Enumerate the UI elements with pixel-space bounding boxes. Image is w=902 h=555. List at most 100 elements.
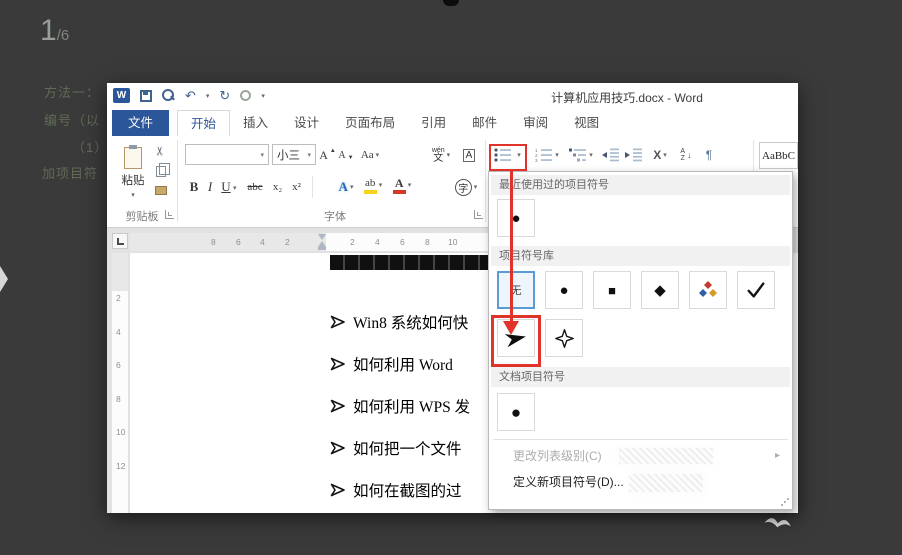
undo-dropdown-icon[interactable]: ▾ <box>206 92 210 100</box>
copy-icon[interactable] <box>156 166 166 177</box>
chevron-down-icon: ▾ <box>447 151 451 159</box>
bullet-four-point-star[interactable] <box>545 319 583 357</box>
document-bullets-header: 文档项目符号 <box>491 367 790 387</box>
save-icon[interactable] <box>140 90 152 102</box>
redo-icon[interactable]: ↻ <box>219 89 230 102</box>
bullet-library-header: 项目符号库 <box>491 246 790 266</box>
selected-text-line[interactable] <box>330 255 492 270</box>
strikethrough-button[interactable]: abc <box>243 176 267 198</box>
tab-file[interactable]: 文件 <box>112 110 169 136</box>
character-border-button[interactable]: A <box>459 144 479 166</box>
bullet-line[interactable]: Win8 系统如何快 <box>330 312 468 332</box>
asian-layout-button[interactable]: X▾ <box>648 144 672 166</box>
touch-mode-icon[interactable] <box>240 90 251 101</box>
document-bullet-dot[interactable]: ● <box>497 393 535 431</box>
numbering-button[interactable]: 123 ▾ <box>533 144 561 166</box>
grow-font-button[interactable]: A▲ <box>319 144 336 166</box>
show-marks-button[interactable]: ¶ <box>701 144 717 166</box>
enclose-characters-button[interactable]: 字▾ <box>453 176 479 198</box>
vertical-ruler[interactable]: 2 4 6 8 10 12 <box>112 253 128 513</box>
small-separator <box>312 176 313 198</box>
subscript-button[interactable]: x₂ <box>269 176 286 198</box>
dove-decoration <box>761 512 795 532</box>
bullet-checkmark[interactable] <box>737 271 775 309</box>
tab-selector[interactable] <box>112 233 128 249</box>
sort-button[interactable]: AZ ↓ <box>675 144 697 166</box>
tab-view[interactable]: 视图 <box>561 110 612 136</box>
chevron-down-icon: ▾ <box>555 151 559 159</box>
chevron-down-icon: ▾ <box>663 151 667 159</box>
bullet-line[interactable]: 如何利用 WPS 发 <box>330 396 470 416</box>
qat-customize-icon[interactable]: ▾ <box>261 92 265 100</box>
chevron-down-icon: ▾ <box>379 181 383 189</box>
background-note-line: 方法一： <box>44 82 100 101</box>
paste-dropdown-icon[interactable]: ▾ <box>131 191 135 199</box>
bullet-dot[interactable]: ● <box>545 271 583 309</box>
cut-icon[interactable]: ✂ <box>153 146 167 156</box>
tab-mailings[interactable]: 邮件 <box>459 110 510 136</box>
font-dialog-launcher-icon[interactable] <box>474 210 483 219</box>
bullet-diamond[interactable]: ◆ <box>641 271 679 309</box>
font-size-combo[interactable]: 小三▾ <box>272 144 316 165</box>
ruler-number: 10 <box>116 427 125 437</box>
clipboard-dialog-launcher-icon[interactable] <box>165 210 174 219</box>
bullet-line[interactable]: 如何利用 Word <box>330 354 453 374</box>
down-arrow-icon: ▼ <box>348 155 354 161</box>
increase-indent-button[interactable] <box>624 144 644 166</box>
chevron-down-icon: ▾ <box>307 151 311 159</box>
bullet-line[interactable]: 如何把一个文件 <box>330 438 462 458</box>
ruler-number: 12 <box>116 461 125 471</box>
down-arrow-icon: ↓ <box>687 150 692 160</box>
style-gallery-item[interactable]: AaBbC <box>759 142 798 169</box>
bullet-square[interactable]: ■ <box>593 271 631 309</box>
resize-grip-icon[interactable] <box>784 501 786 503</box>
first-line-indent-marker[interactable] <box>318 234 326 240</box>
tab-home[interactable]: 开始 <box>177 110 230 136</box>
highlight-color-button[interactable]: ab▾ <box>361 174 385 196</box>
ruler-number: 10 <box>448 237 457 247</box>
font-name-combo[interactable]: ▾ <box>185 144 269 165</box>
font-color-button[interactable]: A▾ <box>390 174 414 196</box>
arrow-bullet-icon <box>330 357 346 371</box>
ruler-number: 2 <box>350 237 355 247</box>
change-case-button[interactable]: Aa▾ <box>357 144 383 166</box>
group-separator <box>485 140 486 222</box>
multilevel-list-button[interactable]: ▾ <box>567 144 595 166</box>
tab-review[interactable]: 审阅 <box>510 110 561 136</box>
italic-button[interactable]: I <box>205 176 215 198</box>
underline-dropdown-icon[interactable]: ▾ <box>233 184 237 192</box>
window-title: 计算机应用技巧.docx - Word <box>527 89 727 106</box>
print-preview-icon[interactable] <box>162 89 175 102</box>
undo-icon[interactable]: ↶ <box>185 89 196 102</box>
shrink-font-button[interactable]: A▼ <box>338 144 354 166</box>
menu-separator <box>493 439 788 440</box>
chevron-down-icon: ▾ <box>260 151 264 159</box>
format-painter-icon[interactable] <box>155 186 167 195</box>
decrease-indent-button[interactable] <box>601 144 621 166</box>
bold-button[interactable]: B <box>187 176 201 198</box>
bullet-line[interactable]: 如何在截图的过 <box>330 480 462 500</box>
highlight-color-swatch <box>364 190 377 194</box>
color-diamonds-icon <box>698 280 718 300</box>
font-group-label: 字体 <box>185 208 485 224</box>
arrow-bullet-icon <box>330 399 346 413</box>
tab-references[interactable]: 引用 <box>408 110 459 136</box>
bullet-none[interactable]: 无 <box>497 271 535 309</box>
background-note-line: 编号（以 <box>44 110 100 129</box>
ruler-number: 2 <box>116 293 121 303</box>
paste-button[interactable]: 粘贴 ▾ <box>115 142 151 204</box>
tab-design[interactable]: 设计 <box>281 110 332 136</box>
left-indent-marker[interactable] <box>318 247 326 250</box>
tab-insert[interactable]: 插入 <box>230 110 281 136</box>
text-effects-button[interactable]: A▾ <box>335 176 357 198</box>
phonetic-guide-button[interactable]: wén文▾ <box>429 144 453 166</box>
ruler-number: 6 <box>236 237 241 247</box>
bullet-color-diamonds[interactable] <box>689 271 727 309</box>
tab-page-layout[interactable]: 页面布局 <box>332 110 408 136</box>
four-point-star-icon <box>554 328 575 349</box>
superscript-button[interactable]: x² <box>288 176 305 198</box>
recent-bullet-dot[interactable]: ● <box>497 199 535 237</box>
underline-button[interactable]: U <box>219 176 233 198</box>
arrow-bullet-icon <box>330 315 346 329</box>
group-separator <box>177 140 178 222</box>
